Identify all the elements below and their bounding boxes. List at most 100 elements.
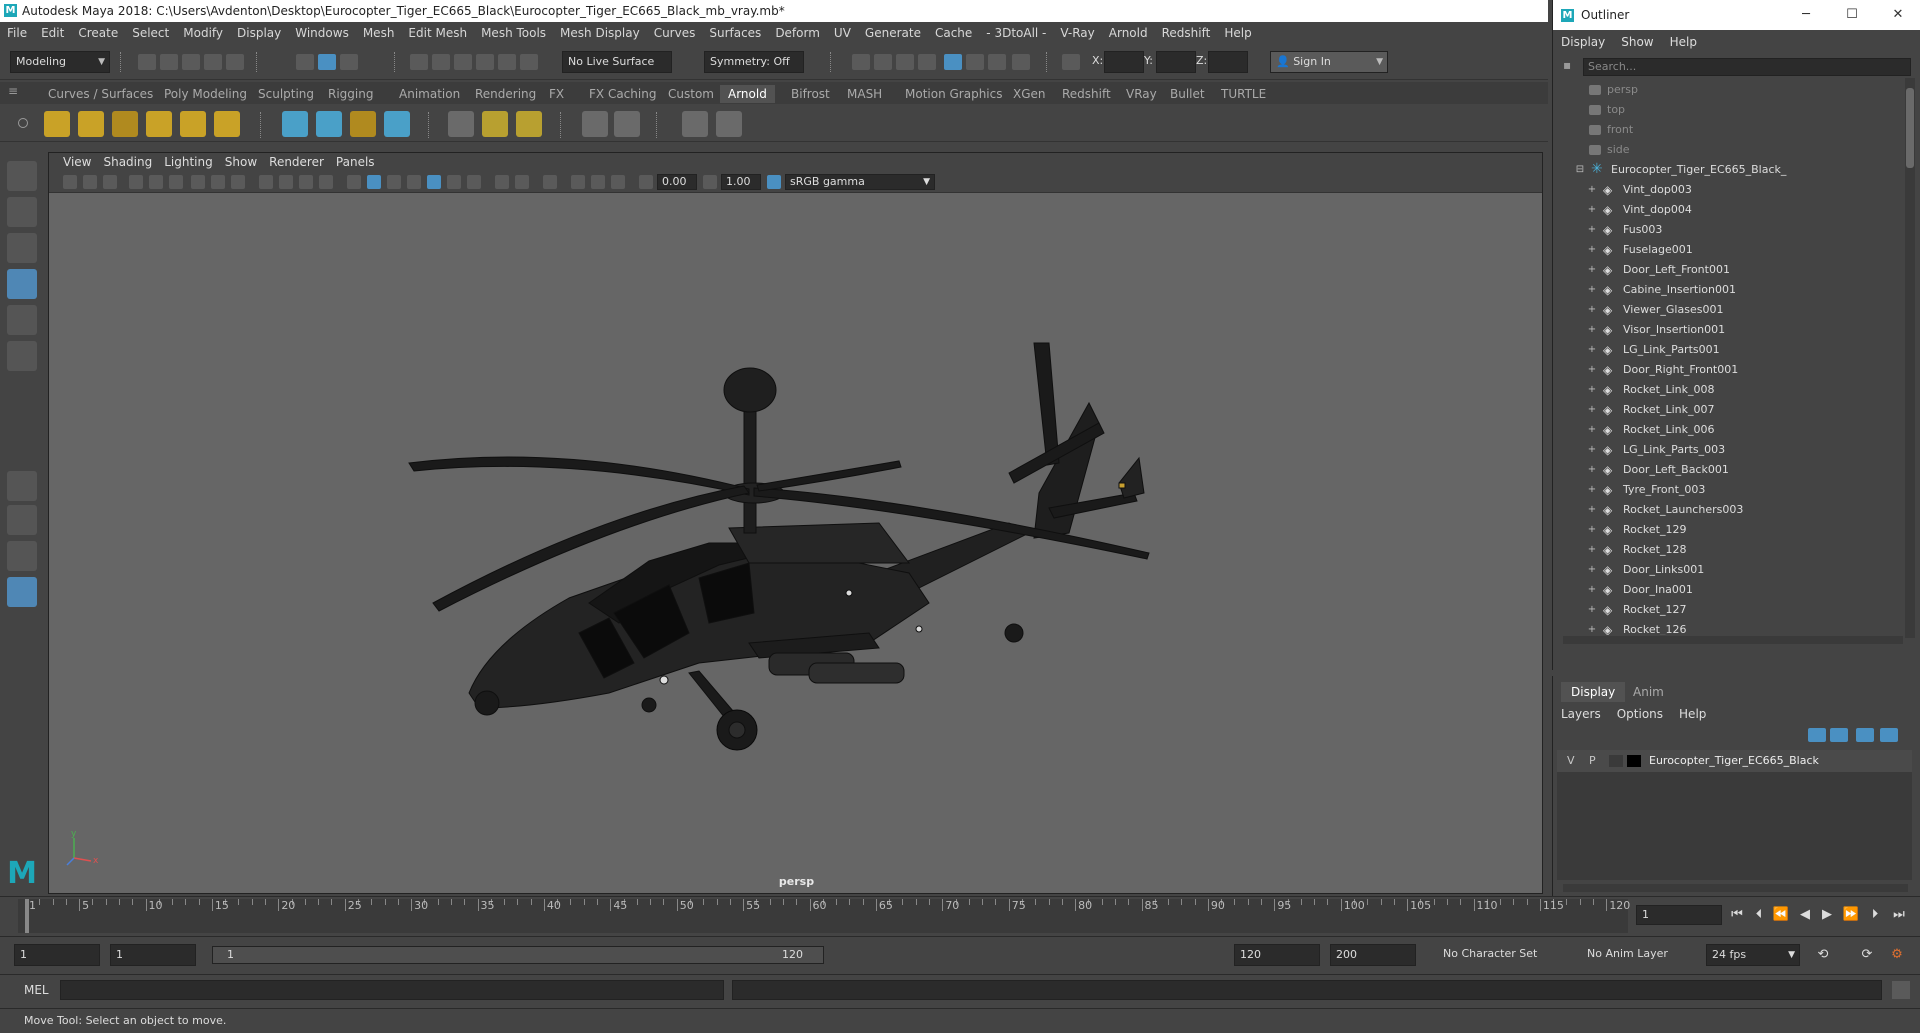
texture-manager-icon[interactable] <box>582 111 608 137</box>
2d-pan-zoom-icon[interactable] <box>149 175 163 189</box>
render-sequence-icon[interactable] <box>874 54 892 70</box>
outliner-item-rocket-launchers003[interactable]: + ◈ Rocket_Launchers003 <box>1553 500 1903 520</box>
maximize-icon[interactable]: ☐ <box>1829 0 1875 30</box>
shelf-tab-curves-surfaces[interactable]: Curves / Surfaces <box>40 85 161 103</box>
outliner-item-fuselage001[interactable]: + ◈ Fuselage001 <box>1553 240 1903 260</box>
layer-playback-toggle[interactable]: P <box>1589 750 1596 772</box>
expand-icon[interactable]: + <box>1587 180 1597 200</box>
go-to-start-icon[interactable]: ⏮ <box>1728 907 1746 923</box>
light-portal-icon[interactable] <box>180 111 206 137</box>
field-chart-icon[interactable] <box>279 175 293 189</box>
menu-item-cache[interactable]: Cache <box>928 22 979 44</box>
select-object-icon[interactable] <box>318 54 336 70</box>
grid-icon[interactable] <box>191 175 205 189</box>
pause-icon[interactable] <box>1012 54 1030 70</box>
color-space-dropdown[interactable]: sRGB gamma ▼ <box>785 174 935 190</box>
menu-item-windows[interactable]: Windows <box>288 22 356 44</box>
outliner-item-vint-dop003[interactable]: + ◈ Vint_dop003 <box>1553 180 1903 200</box>
outliner-item-fus003[interactable]: + ◈ Fus003 <box>1553 220 1903 240</box>
film-gate-icon[interactable] <box>211 175 225 189</box>
expand-icon[interactable]: + <box>1587 560 1597 580</box>
single-perspective-layout-icon[interactable] <box>7 471 37 501</box>
outliner-item-side[interactable]: side <box>1553 140 1903 160</box>
outliner-item-rocket-link-008[interactable]: + ◈ Rocket_Link_008 <box>1553 380 1903 400</box>
layer-menu-layers[interactable]: Layers <box>1553 704 1609 724</box>
sign-in-button[interactable]: 👤 Sign In ▼ <box>1270 51 1388 73</box>
outliner-item-root[interactable]: ⊟ ✳ Eurocopter_Tiger_EC665_Black_ <box>1553 160 1903 180</box>
snap-vertex-icon[interactable] <box>520 54 538 70</box>
symmetry-dropdown[interactable]: Symmetry: Off <box>704 51 804 73</box>
four-view-layout-icon[interactable] <box>7 505 37 535</box>
camera-select-icon[interactable] <box>63 175 77 189</box>
animation-preferences-icon[interactable]: ⚙ <box>1888 947 1906 963</box>
menu-item-create[interactable]: Create <box>71 22 125 44</box>
xray-icon[interactable] <box>571 175 585 189</box>
shelf-tab-animation[interactable]: Animation <box>391 85 468 103</box>
expand-icon[interactable]: + <box>1587 480 1597 500</box>
menu-item-v-ray[interactable]: V-Ray <box>1053 22 1101 44</box>
collapse-icon[interactable]: ⊟ <box>1575 160 1585 180</box>
select-hierarchy-icon[interactable] <box>296 54 314 70</box>
auto-key-icon[interactable]: ⟳ <box>1858 947 1876 963</box>
ambient-occlusion-icon[interactable] <box>467 175 481 189</box>
expand-icon[interactable]: + <box>1587 520 1597 540</box>
eye-icon[interactable] <box>682 111 708 137</box>
expand-icon[interactable]: + <box>1587 420 1597 440</box>
render-frame-icon[interactable] <box>852 54 870 70</box>
shelf-tab-arnold[interactable]: Arnold <box>720 85 775 103</box>
expand-icon[interactable]: + <box>1587 320 1597 340</box>
step-forward-frame-icon[interactable]: ⏵ <box>1866 907 1884 923</box>
new-layer-selected-icon[interactable] <box>1880 728 1898 742</box>
outliner-item-cabine-insertion001[interactable]: + ◈ Cabine_Insertion001 <box>1553 280 1903 300</box>
expand-icon[interactable]: + <box>1587 580 1597 600</box>
outliner-item-rocket-128[interactable]: + ◈ Rocket_128 <box>1553 540 1903 560</box>
wireframe-on-shaded-icon[interactable] <box>387 175 401 189</box>
fps-dropdown[interactable]: 24 fps ▼ <box>1706 944 1800 966</box>
wireframe-icon[interactable] <box>347 175 361 189</box>
menu-item-mesh[interactable]: Mesh <box>356 22 402 44</box>
layer-menu-options[interactable]: Options <box>1609 704 1671 724</box>
new-layer-icon[interactable] <box>1856 728 1874 742</box>
outliner-item-rocket-127[interactable]: + ◈ Rocket_127 <box>1553 600 1903 620</box>
outliner-menu-display[interactable]: Display <box>1553 32 1613 52</box>
expand-icon[interactable]: + <box>1587 220 1597 240</box>
outliner-item-top[interactable]: top <box>1553 100 1903 120</box>
layer-name[interactable]: Eurocopter_Tiger_EC665_Black <box>1649 750 1819 772</box>
expand-icon[interactable]: + <box>1587 340 1597 360</box>
menu-item-file[interactable]: File <box>0 22 34 44</box>
expand-icon[interactable]: + <box>1587 380 1597 400</box>
expand-icon[interactable]: + <box>1587 400 1597 420</box>
expand-icon[interactable]: + <box>1587 280 1597 300</box>
step-forward-key-icon[interactable]: ⏩ <box>1842 907 1860 923</box>
search-options-icon[interactable]: ▪ <box>1563 58 1577 76</box>
image-plane-icon[interactable] <box>129 175 143 189</box>
save-scene-icon[interactable] <box>182 54 200 70</box>
expand-icon[interactable]: + <box>1587 500 1597 520</box>
curve-collector-icon[interactable] <box>350 111 376 137</box>
outliner-item-visor-insertion001[interactable]: + ◈ Visor_Insertion001 <box>1553 320 1903 340</box>
outliner-item-rocket-link-007[interactable]: + ◈ Rocket_Link_007 <box>1553 400 1903 420</box>
shelf-tab-mash[interactable]: MASH <box>839 85 890 103</box>
anim-layer-dropdown[interactable]: No Anim Layer <box>1582 944 1682 966</box>
use-all-lights-icon[interactable] <box>427 175 441 189</box>
mesh-light-icon[interactable] <box>78 111 104 137</box>
menu-item-display[interactable]: Display <box>230 22 288 44</box>
y-field[interactable] <box>1156 51 1196 73</box>
expand-icon[interactable]: + <box>1587 260 1597 280</box>
range-handle[interactable]: 1 120 <box>213 947 823 963</box>
hypershade-icon[interactable] <box>944 54 962 70</box>
menu-item-curves[interactable]: Curves <box>647 22 703 44</box>
motion-blur-icon[interactable] <box>495 175 509 189</box>
step-back-key-icon[interactable]: ⏪ <box>1772 907 1790 923</box>
move-tool-icon[interactable] <box>7 269 37 299</box>
outliner-menu-help[interactable]: Help <box>1662 32 1705 52</box>
export-standin-icon[interactable] <box>316 111 342 137</box>
shelf-tab-vray[interactable]: VRay <box>1118 85 1165 103</box>
scroll-thumb[interactable] <box>1906 88 1914 168</box>
shelf-tab-redshift[interactable]: Redshift <box>1054 85 1119 103</box>
safe-title-icon[interactable] <box>319 175 333 189</box>
minimize-icon[interactable]: ─ <box>1783 0 1829 30</box>
two-view-layout-icon[interactable] <box>7 541 37 571</box>
layer-row[interactable]: V P Eurocopter_Tiger_EC665_Black <box>1557 750 1912 772</box>
outliner-item-lg-link-parts001[interactable]: + ◈ LG_Link_Parts001 <box>1553 340 1903 360</box>
